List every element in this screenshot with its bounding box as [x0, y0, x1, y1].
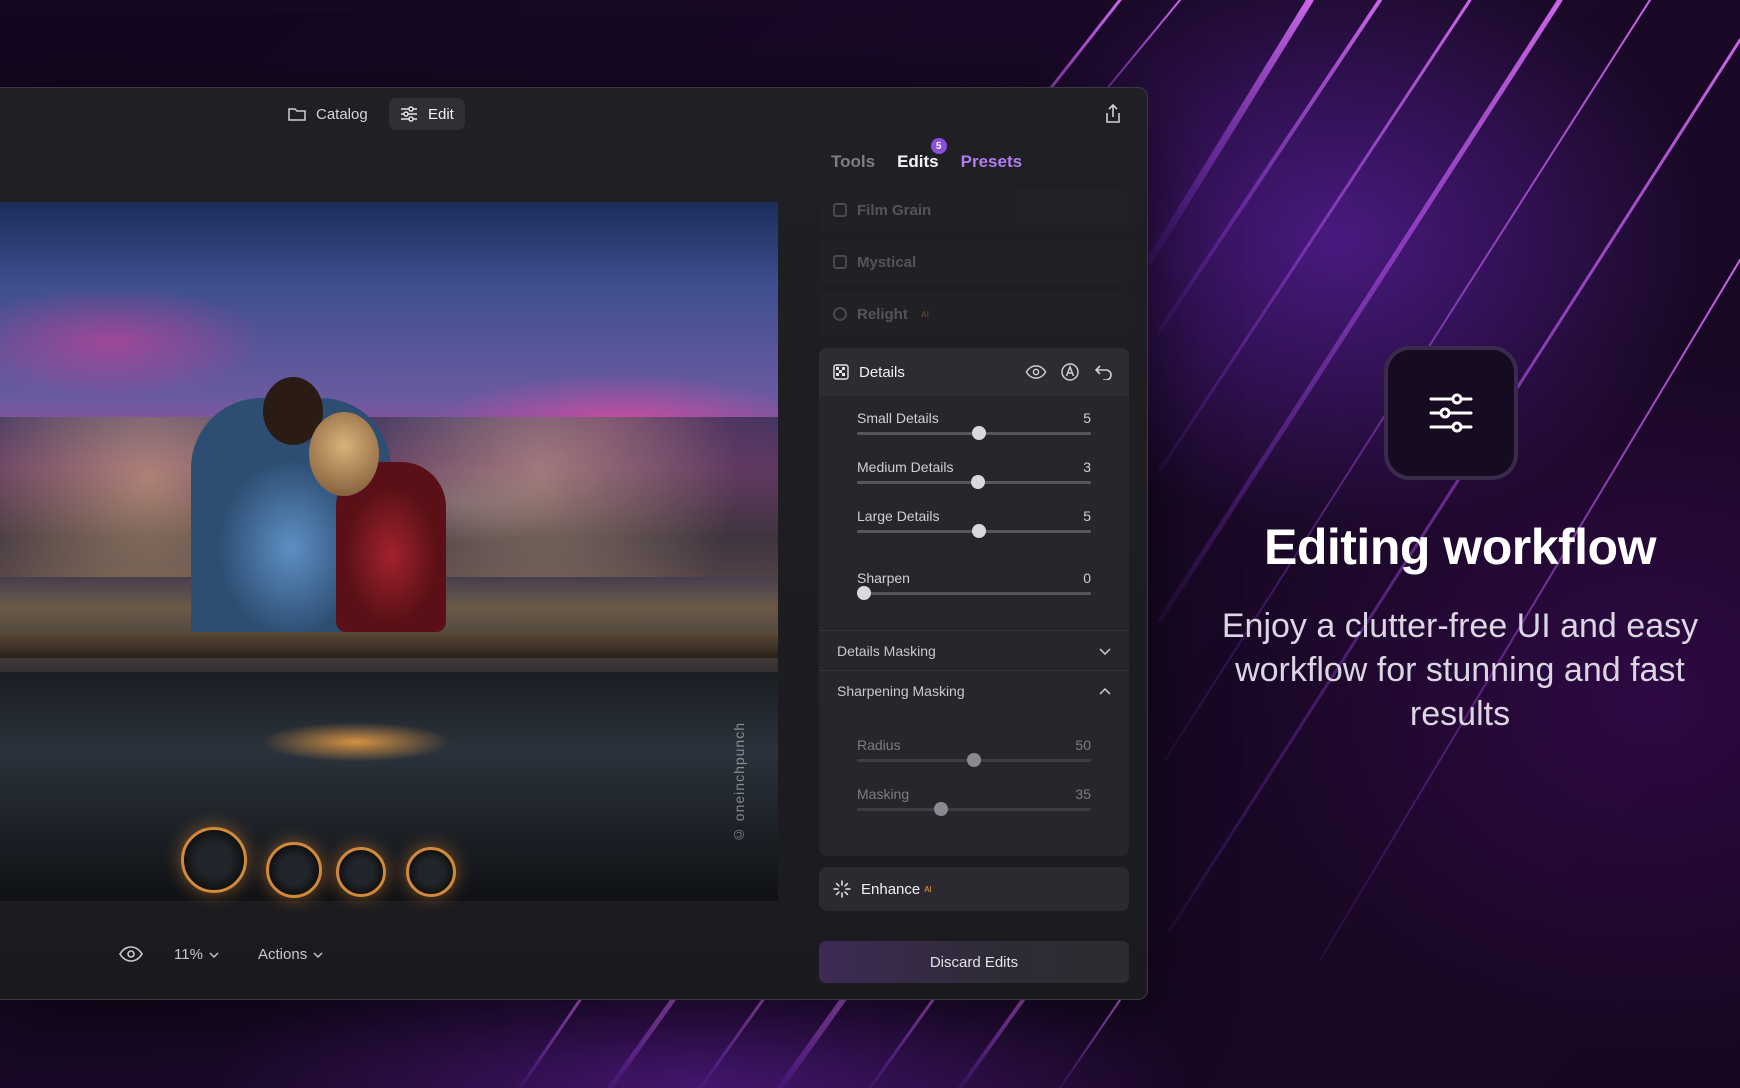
- sparkle-icon: [833, 880, 851, 898]
- zoom-dropdown[interactable]: 11%: [174, 946, 219, 963]
- bottom-toolbar: 11% Actions: [0, 938, 778, 978]
- section-label: Sharpening Masking: [837, 682, 965, 699]
- photo-gauge: [336, 847, 386, 897]
- tool-item-mystical[interactable]: Mystical: [819, 240, 1129, 284]
- tool-item-relight[interactable]: Relight AI: [819, 292, 1129, 336]
- mystical-icon: [833, 255, 847, 269]
- tab-edits[interactable]: Edits 5: [897, 138, 947, 172]
- slider-knob[interactable]: [971, 524, 986, 538]
- tab-tools[interactable]: Tools: [831, 152, 875, 172]
- relight-icon: [833, 307, 847, 321]
- slider-value: 5: [1083, 508, 1091, 524]
- details-masking-toggle[interactable]: Details Masking: [819, 630, 1129, 670]
- ai-badge: AI: [924, 884, 932, 894]
- slider-label: Large Details: [857, 508, 940, 524]
- slider-knob[interactable]: [967, 753, 981, 767]
- slider-value: 50: [1075, 737, 1091, 753]
- slider-label: Radius: [857, 737, 901, 753]
- catalog-label: Catalog: [316, 105, 368, 123]
- edit-panel: Tools Edits 5 Presets Film Grain Mystica…: [809, 88, 1147, 999]
- undo-icon: [1095, 365, 1112, 380]
- details-title: Details: [859, 363, 905, 381]
- edit-button[interactable]: Edit: [389, 98, 465, 130]
- feature-headline: Editing workflow: [1264, 519, 1656, 575]
- auto-icon: [1061, 363, 1079, 381]
- photo-dashboard: [0, 672, 778, 901]
- catalog-button[interactable]: Catalog: [277, 98, 379, 130]
- eye-icon: [1025, 365, 1047, 379]
- eye-icon: [119, 946, 143, 962]
- slider-value: 5: [1083, 410, 1091, 426]
- slider-track[interactable]: [857, 808, 1091, 811]
- photo-dash-glow: [261, 722, 451, 762]
- edit-label: Edit: [428, 105, 454, 123]
- photo-woman-head: [309, 412, 379, 496]
- slider-label: Masking: [857, 786, 910, 802]
- photo-gauge: [181, 827, 247, 893]
- reset-button[interactable]: [1093, 361, 1115, 383]
- slider-value: 35: [1075, 786, 1091, 802]
- enhance-tool[interactable]: Enhance AI: [819, 867, 1129, 911]
- folder-icon: [288, 108, 306, 121]
- slider-medium-details[interactable]: Medium Details 3: [857, 459, 1091, 499]
- tab-presets[interactable]: Presets: [961, 152, 1022, 172]
- chevron-down-icon: [209, 952, 219, 958]
- details-header[interactable]: Details: [819, 348, 1129, 396]
- checkerboard-icon: [833, 364, 849, 380]
- feature-description: Enjoy a clutter-free UI and easy workflo…: [1221, 607, 1699, 733]
- photo-gauge: [266, 842, 322, 898]
- visibility-button[interactable]: [1025, 361, 1047, 383]
- chevron-down-icon: [1099, 647, 1111, 655]
- auto-button[interactable]: [1059, 361, 1081, 383]
- slider-large-details[interactable]: Large Details 5: [857, 508, 1091, 548]
- chevron-up-icon: [1099, 687, 1111, 695]
- photo-railing: [0, 632, 778, 658]
- actions-dropdown[interactable]: Actions: [258, 946, 323, 963]
- tab-edits-label: Edits: [897, 152, 939, 171]
- details-card: Details Small Details 5 Medium Details 3…: [819, 348, 1129, 856]
- slider-label: Small Details: [857, 410, 939, 426]
- edits-count-badge: 5: [930, 138, 947, 154]
- discard-edits-button[interactable]: Discard Edits: [819, 941, 1129, 983]
- tool-item-film-grain[interactable]: Film Grain: [819, 188, 1129, 232]
- slider-masking[interactable]: Masking 35: [857, 786, 1091, 826]
- slider-label: Sharpen: [857, 570, 910, 586]
- chevron-down-icon: [313, 952, 323, 958]
- actions-label: Actions: [258, 946, 308, 963]
- enhance-label: Enhance: [861, 880, 921, 898]
- slider-radius[interactable]: Radius 50: [857, 737, 1091, 777]
- slider-value: 3: [1083, 459, 1091, 475]
- slider-sharpen[interactable]: Sharpen 0: [857, 570, 1091, 610]
- slider-knob[interactable]: [934, 802, 949, 816]
- photo-canvas[interactable]: © oneinchpunch: [0, 202, 778, 901]
- tool-item-label: Mystical: [857, 253, 917, 271]
- ai-badge: AI: [920, 309, 929, 319]
- sliders-icon: [1429, 393, 1473, 433]
- slider-track[interactable]: [857, 592, 1091, 595]
- zoom-value: 11%: [174, 946, 203, 963]
- slider-value: 0: [1083, 570, 1091, 586]
- tool-item-label: Relight: [857, 305, 908, 323]
- sharpening-masking-toggle[interactable]: Sharpening Masking: [819, 670, 1129, 710]
- section-label: Details Masking: [837, 642, 936, 659]
- film-grain-icon: [833, 203, 847, 217]
- photo-credit: © oneinchpunch: [731, 722, 747, 844]
- sliders-icon: [401, 106, 417, 122]
- photo-gauge: [406, 847, 456, 897]
- slider-label: Medium Details: [857, 459, 954, 475]
- slider-knob[interactable]: [857, 586, 872, 600]
- slider-small-details[interactable]: Small Details 5: [857, 410, 1091, 450]
- slider-knob[interactable]: [971, 426, 986, 440]
- preview-toggle[interactable]: [119, 946, 143, 962]
- tool-item-label: Film Grain: [857, 201, 932, 219]
- app-window: Catalog Edit © oneinchpunch 11% Actions …: [0, 87, 1148, 1000]
- panel-tabs: Tools Edits 5 Presets: [831, 138, 1022, 172]
- slider-knob[interactable]: [970, 475, 985, 489]
- feature-sliders-icon: [1384, 346, 1518, 480]
